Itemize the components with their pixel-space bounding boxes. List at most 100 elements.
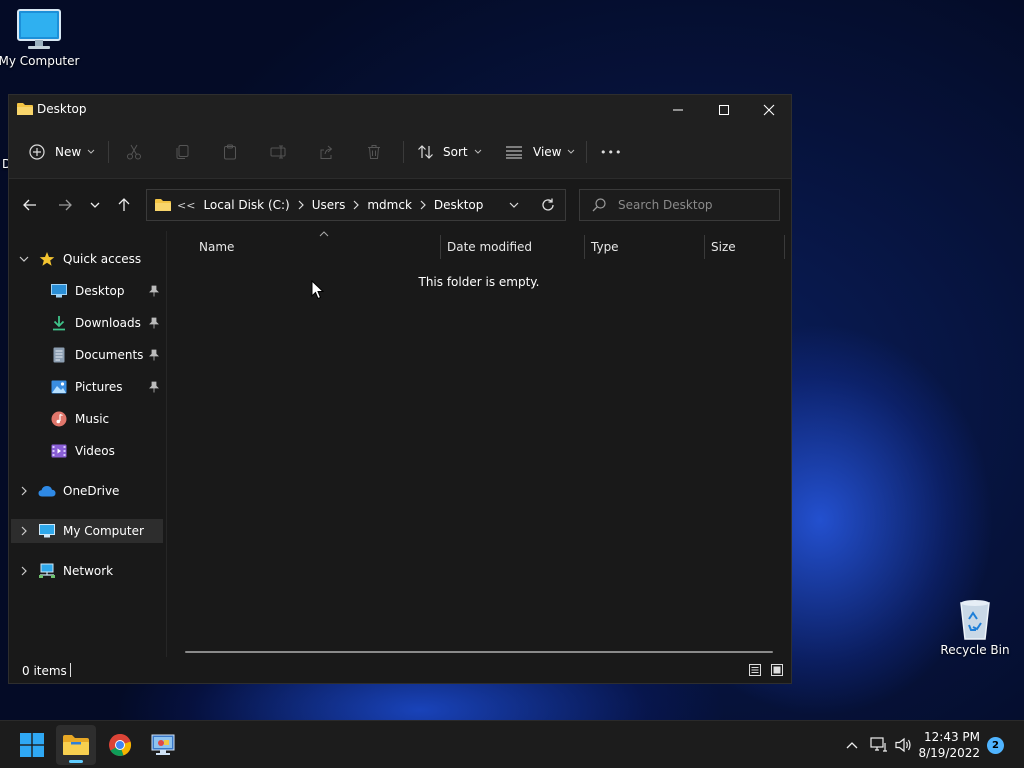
sidebar-item-pictures[interactable]: Pictures [11,375,163,399]
show-hidden-icons-button[interactable] [840,733,864,757]
see-more-button[interactable]: ••• [600,137,622,167]
crumb-mdmck[interactable]: mdmck [367,198,412,212]
sort-button[interactable]: Sort [417,137,482,167]
sort-label: Sort [443,145,468,159]
chevron-right-icon[interactable] [420,200,426,210]
chevron-right-icon[interactable] [353,200,360,210]
clock-time: 12:43 PM [924,730,980,744]
network-status-button[interactable] [867,733,891,757]
sidebar-item-downloads[interactable]: Downloads [11,311,163,335]
folder-icon [17,102,33,116]
pin-icon [145,381,163,393]
maximize-button[interactable] [701,95,747,125]
paste-button[interactable] [222,137,238,167]
taskbar-remote-app[interactable] [144,725,184,765]
empty-folder-message: This folder is empty. [418,275,540,289]
forward-button[interactable] [54,195,76,215]
column-divider[interactable] [584,235,585,259]
file-explorer-icon [63,735,89,755]
delete-button[interactable] [366,137,382,167]
file-list[interactable]: Name Date modified Type Size This folder… [167,231,791,657]
address-bar[interactable]: << Local Disk (C:) Users mdmck Desktop [146,189,566,221]
share-button[interactable] [318,137,334,167]
divider [108,141,109,163]
taskbar-file-explorer[interactable] [56,725,96,765]
breadcrumb: << Local Disk (C:) Users mdmck Desktop [155,190,483,220]
arrow-up-icon [118,198,130,211]
sidebar-item-music[interactable]: Music [11,407,163,431]
cut-button[interactable] [126,137,142,167]
column-header-size[interactable]: Size [711,237,781,257]
share-icon [320,145,333,159]
chevron-right-icon[interactable] [298,200,304,210]
network-icon [37,563,57,579]
close-button[interactable] [746,95,792,125]
speaker-icon [895,737,911,753]
sidebar-item-documents[interactable]: Documents [11,343,163,367]
mouse-cursor-icon [311,280,325,300]
horizontal-scrollbar[interactable] [185,651,773,653]
back-button[interactable] [19,195,41,215]
address-history-button[interactable] [509,190,519,220]
volume-button[interactable] [892,733,916,757]
sidebar-item-label: Quick access [63,252,142,266]
overflow-chevron[interactable]: << [177,199,195,212]
expand-chevron-icon[interactable] [11,256,37,262]
taskbar-chrome[interactable] [100,725,140,765]
pin-icon [145,285,163,297]
recent-locations-button[interactable] [84,195,106,215]
arrow-left-icon [23,199,36,211]
details-view-icon [749,664,761,676]
view-button[interactable]: View [505,137,575,167]
monitor-icon [17,9,61,49]
start-button[interactable] [12,725,52,765]
crumb-users[interactable]: Users [312,198,346,212]
crumb-local-disk[interactable]: Local Disk (C:) [203,198,289,212]
sidebar-item-quick-access[interactable]: Quick access [11,247,163,271]
sort-ascending-icon [319,231,329,237]
expand-chevron-icon[interactable] [11,566,37,576]
column-header-type[interactable]: Type [591,237,701,257]
downloads-icon [49,315,69,331]
command-bar: New Sort View ••• [9,125,791,179]
column-header-date-modified[interactable]: Date modified [447,237,577,257]
navigation-pane: Quick access Desktop Downloads Documents… [9,231,167,657]
search-input[interactable] [616,197,770,213]
new-button[interactable]: New [29,137,95,167]
search-box[interactable] [579,189,780,221]
expand-chevron-icon[interactable] [11,486,37,496]
copy-button[interactable] [174,137,190,167]
scissors-icon [127,144,141,160]
expand-chevron-icon[interactable] [11,526,37,536]
new-label: New [55,145,82,159]
up-button[interactable] [113,195,135,215]
sidebar-item-network[interactable]: Network [11,559,163,583]
column-divider[interactable] [704,235,705,259]
desktop-my-computer[interactable]: My Computer [0,8,84,68]
crumb-desktop[interactable]: Desktop [434,198,484,212]
column-divider[interactable] [440,235,441,259]
sidebar-item-videos[interactable]: Videos [11,439,163,463]
network-monitor-icon [870,737,887,752]
plus-circle-icon [29,144,45,160]
remote-desktop-icon [151,734,175,755]
refresh-icon [542,198,554,211]
minimize-button[interactable] [655,95,701,125]
sidebar-item-onedrive[interactable]: OneDrive [11,479,163,503]
sidebar-item-my-computer[interactable]: My Computer [11,519,163,543]
refresh-button[interactable] [541,190,555,220]
details-view-button[interactable] [745,661,765,679]
large-icons-view-button[interactable] [767,661,787,679]
desktop-recycle-bin[interactable]: Recycle Bin [930,597,1020,657]
column-divider[interactable] [784,235,785,259]
rename-button[interactable] [270,137,288,167]
more-icon: ••• [600,145,623,159]
notification-badge[interactable]: 2 [987,737,1004,754]
file-explorer-window: Desktop New Sort View ••• << Local Disk … [8,94,792,684]
title-bar[interactable]: Desktop [9,95,791,125]
system-clock[interactable]: 12:43 PM 8/19/2022 [918,729,980,761]
desktop-icon [49,284,69,298]
sidebar-item-label: Pictures [75,380,123,394]
column-header-name[interactable]: Name [199,237,439,257]
sidebar-item-desktop[interactable]: Desktop [11,279,163,303]
